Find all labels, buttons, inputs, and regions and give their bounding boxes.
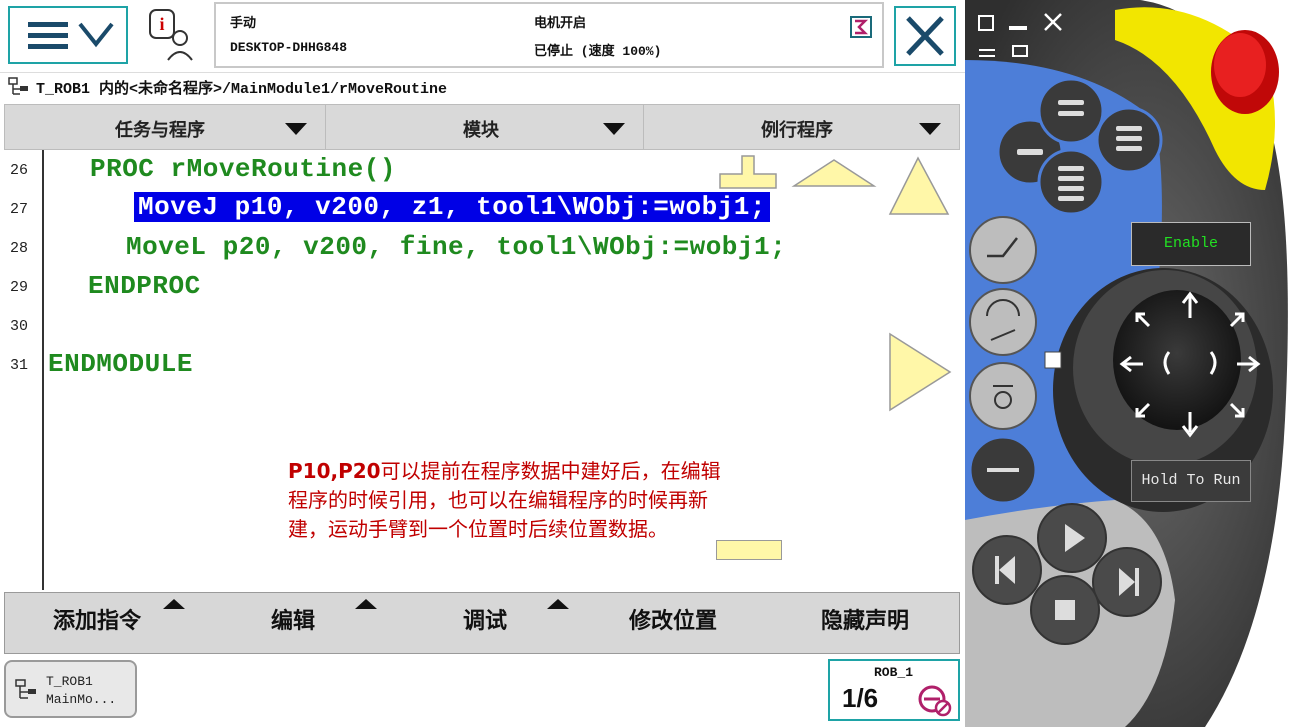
- tab-bar: 任务与程序 模块 例行程序: [4, 104, 960, 150]
- hold-to-run-button[interactable]: Hold To Run: [1131, 460, 1251, 502]
- code-editor[interactable]: 26 27 28 29 30 31 PROC rMoveRoutine() Mo…: [4, 150, 960, 590]
- tab-tasks-and-programs[interactable]: 任务与程序: [5, 105, 326, 149]
- menu-icon: [28, 22, 114, 49]
- quickset-button[interactable]: ROB_1 1/6: [828, 659, 960, 721]
- code-line-proc[interactable]: PROC rMoveRoutine(): [90, 154, 396, 184]
- line-number: 27: [10, 201, 29, 218]
- event-log-button[interactable]: i: [142, 6, 208, 64]
- menu-up-arrow-icon: [547, 599, 569, 609]
- program-state: 已停止 (速度 100%): [534, 44, 662, 59]
- line-number: 31: [10, 357, 29, 374]
- annotation-line1: 可以提前在程序数据中建好后，在编辑: [380, 459, 721, 483]
- increment-off-icon: [918, 685, 952, 717]
- toggle-motion-mode-button[interactable]: [969, 288, 1037, 356]
- program-tree-icon: [15, 679, 36, 699]
- annotation-note: P10,P20可以提前在程序数据中建好后，在编辑 程序的时候引用，也可以在编辑程…: [288, 457, 818, 544]
- menu-up-arrow-icon: [355, 599, 377, 609]
- line-number: 26: [10, 162, 29, 179]
- flexpendant-panel: [965, 0, 1296, 727]
- minimize-window-icon[interactable]: [1009, 26, 1027, 30]
- jog-marker-icon: [1044, 351, 1062, 369]
- breadcrumb: T_ROB1 内的<未命名程序>/MainModule1/rMoveRoutin…: [0, 72, 965, 101]
- motor-state: 电机开启: [534, 16, 587, 31]
- scroll-controls: [719, 155, 952, 412]
- line-number: 29: [10, 279, 29, 296]
- step-forward-button[interactable]: [1092, 547, 1162, 617]
- menu-up-arrow-icon: [163, 599, 185, 609]
- hold-to-run-label: Hold To Run: [1141, 472, 1241, 489]
- annotation-line3: 建，运动手臂到一个位置时后续位置数据。: [288, 517, 668, 541]
- task-bar: [0, 654, 965, 727]
- line-number-gutter: 26 27 28 29 30 31: [4, 150, 44, 590]
- dropdown-arrow-icon: [603, 123, 625, 135]
- code-line-movel[interactable]: MoveL p20, v200, fine, tool1\WObj:=wobj1…: [126, 232, 786, 262]
- status-panel: 手动 DESKTOP-DHHG848 电机开启 已停止 (速度 100%): [214, 2, 884, 68]
- controller-name: DESKTOP-DHHG848: [230, 40, 348, 55]
- module-name: MainMo...: [46, 692, 117, 707]
- tab-label: 任务与程序: [115, 120, 205, 141]
- code-line-endproc[interactable]: ENDPROC: [88, 271, 201, 301]
- program-tree-icon: [8, 77, 28, 95]
- scroll-right-icon[interactable]: [889, 332, 952, 412]
- edit-button[interactable]: 编辑: [271, 603, 315, 635]
- code-line-endmodule[interactable]: ENDMODULE: [48, 349, 193, 379]
- speed-override-icon: [850, 16, 872, 38]
- unit-fraction: 1/6: [842, 683, 879, 713]
- start-button[interactable]: [1037, 503, 1107, 573]
- step-backward-button[interactable]: [972, 535, 1042, 605]
- close-icon: [906, 16, 944, 56]
- annotation-bold: P10,P20: [288, 459, 381, 483]
- toggle-axis-button[interactable]: [968, 435, 1038, 505]
- info-user-icon: i: [149, 9, 193, 61]
- emergency-stop-button[interactable]: [1211, 30, 1279, 114]
- program-editor-task-button[interactable]: T_ROB1 MainMo...: [4, 660, 137, 718]
- svg-text:i: i: [159, 14, 164, 34]
- modify-position-button[interactable]: 修改位置: [629, 603, 717, 635]
- line-up-icon[interactable]: [888, 156, 950, 215]
- programmable-key-2[interactable]: [1037, 77, 1105, 145]
- enable-button[interactable]: Enable: [1131, 222, 1251, 266]
- toggle-increment-button[interactable]: [969, 362, 1037, 430]
- annotation-line2: 程序的时候引用，也可以在编辑程序的时候再新: [288, 488, 708, 512]
- line-number: 28: [10, 240, 29, 257]
- tab-label: 模块: [463, 120, 499, 141]
- dropdown-arrow-icon: [919, 123, 941, 135]
- enable-label: Enable: [1163, 235, 1218, 252]
- mechanical-unit-label: ROB_1: [874, 665, 914, 680]
- page-up-icon[interactable]: [791, 159, 877, 187]
- add-instruction-button[interactable]: 添加指令: [53, 603, 141, 635]
- debug-button[interactable]: 调试: [463, 603, 507, 635]
- task-name: T_ROB1: [46, 674, 93, 689]
- line-number: 30: [10, 318, 29, 335]
- tab-routines[interactable]: 例行程序: [643, 105, 959, 149]
- dropdown-arrow-icon: [285, 123, 307, 135]
- tab-modules[interactable]: 模块: [325, 105, 644, 149]
- select-mechanical-unit-button[interactable]: [969, 216, 1037, 284]
- flexpendant-body: [965, 0, 1288, 727]
- abb-menu-button[interactable]: [8, 6, 128, 64]
- scroll-top-icon[interactable]: [719, 155, 777, 189]
- code-line-movej-selected[interactable]: MoveJ p10, v200, z1, tool1\WObj:=wobj1;: [134, 192, 770, 222]
- stop-button[interactable]: [1030, 575, 1100, 645]
- bottom-toolbar: 添加指令 编辑 调试 修改位置 隐藏声明: [4, 592, 960, 654]
- tab-label: 例行程序: [761, 120, 833, 141]
- operating-mode: 手动: [230, 16, 257, 31]
- programmable-key-3[interactable]: [1095, 106, 1163, 174]
- hide-declarations-button[interactable]: 隐藏声明: [821, 603, 909, 635]
- breadcrumb-path: T_ROB1 内的<未命名程序>/MainModule1/rMoveRoutin…: [36, 81, 448, 98]
- close-button[interactable]: [894, 6, 956, 66]
- programmable-key-4[interactable]: [1037, 148, 1105, 216]
